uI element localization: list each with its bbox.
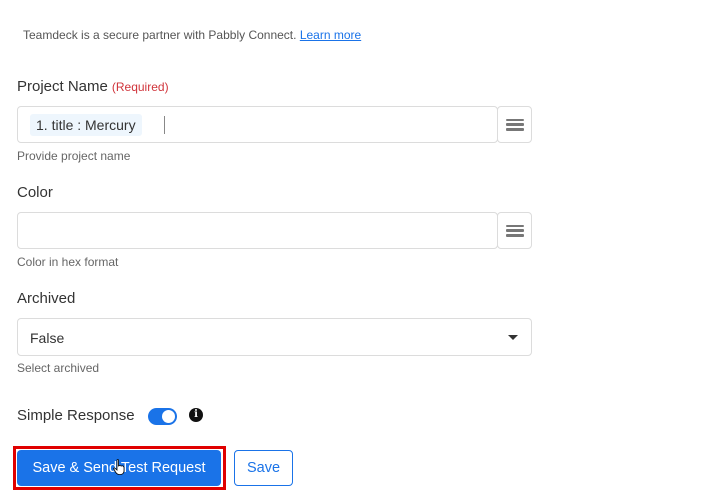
project-name-label-text: Project Name xyxy=(17,78,108,95)
toggle-knob xyxy=(162,410,175,423)
info-icon[interactable]: i xyxy=(189,408,203,422)
archived-help: Select archived xyxy=(17,361,100,375)
chevron-down-icon xyxy=(508,335,518,340)
project-name-menu-button[interactable] xyxy=(497,106,532,143)
color-label: Color xyxy=(17,184,53,201)
archived-selected-value: False xyxy=(30,330,65,346)
project-name-label: Project Name (Required) xyxy=(17,78,169,95)
hand-cursor-icon xyxy=(113,459,125,475)
archived-select[interactable]: False xyxy=(17,318,532,356)
simple-response-label: Simple Response xyxy=(17,407,135,424)
hamburger-menu-icon xyxy=(505,224,524,237)
text-caret xyxy=(164,116,165,134)
color-input[interactable] xyxy=(17,212,498,249)
hamburger-menu-icon xyxy=(505,118,524,131)
required-badge: (Required) xyxy=(111,80,169,94)
color-menu-button[interactable] xyxy=(497,212,532,249)
mapped-field-chip[interactable]: 1. title : Mercury xyxy=(30,114,142,136)
project-name-help: Provide project name xyxy=(17,149,131,163)
save-button[interactable]: Save xyxy=(234,450,293,486)
color-help: Color in hex format xyxy=(17,255,119,269)
partner-text: Teamdeck is a secure partner with Pabbly… xyxy=(23,28,297,42)
partner-note: Teamdeck is a secure partner with Pabbly… xyxy=(23,28,361,42)
simple-response-toggle[interactable] xyxy=(148,408,177,425)
project-name-input[interactable]: 1. title : Mercury xyxy=(17,106,498,143)
learn-more-link[interactable]: Learn more xyxy=(300,28,361,42)
archived-label: Archived xyxy=(17,290,76,307)
